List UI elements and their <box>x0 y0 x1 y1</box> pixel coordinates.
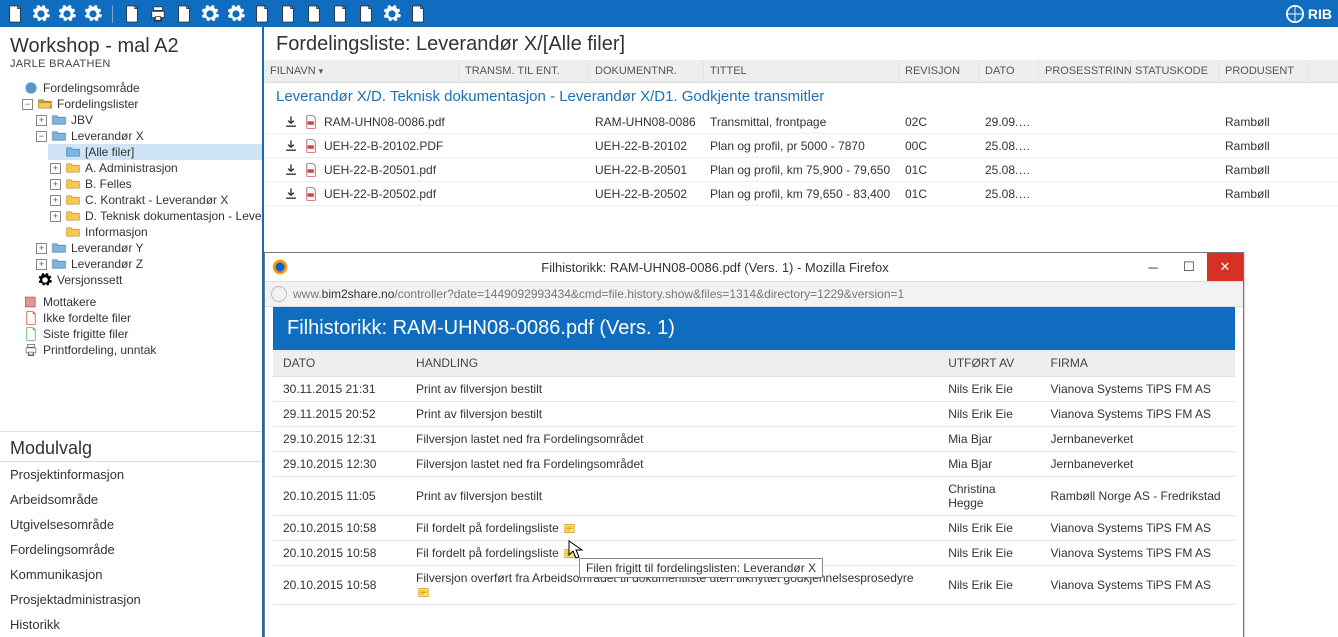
download-icon[interactable] <box>284 139 298 153</box>
toolbar-icon[interactable] <box>201 5 219 23</box>
modul-heading: Modulvalg <box>0 431 262 461</box>
note-icon[interactable] <box>564 523 575 534</box>
history-col: HANDLING <box>406 350 938 377</box>
module-item[interactable]: Prosjektadministrasjon <box>0 587 262 612</box>
close-button[interactable]: ✕ <box>1207 253 1243 281</box>
firefox-icon <box>271 258 289 276</box>
column-header[interactable]: REVISJON <box>899 60 979 82</box>
pdf-icon <box>304 163 318 177</box>
pdf-icon <box>304 187 318 201</box>
history-col: FIRMA <box>1041 350 1235 377</box>
pdf-icon <box>304 139 318 153</box>
tree-hscroll[interactable] <box>0 417 262 431</box>
tooltip: Filen frigitt til fordelingslisten: Leve… <box>579 558 823 578</box>
column-header[interactable]: FILNAVN <box>264 60 459 82</box>
content-title: Fordelingsliste: Leverandør X/[Alle file… <box>264 27 1338 60</box>
toolbar-icon[interactable] <box>279 5 297 23</box>
main-pane: Fordelingsliste: Leverandør X/[Alle file… <box>264 27 1338 637</box>
toolbar-icon[interactable] <box>84 5 102 23</box>
module-list: ProsjektinformasjonArbeidsområdeUtgivels… <box>0 461 262 637</box>
toolbar-icon[interactable] <box>175 5 193 23</box>
toolbar-icon[interactable] <box>58 5 76 23</box>
history-col: DATO <box>273 350 406 377</box>
toolbar-print-icon[interactable] <box>149 5 167 23</box>
popup-header: Filhistorikk: RAM-UHN08-0086.pdf (Vers. … <box>273 307 1235 350</box>
column-header[interactable]: DOKUMENTNR. <box>589 60 704 82</box>
history-row[interactable]: 20.10.2015 10:58Fil fordelt på fordeling… <box>273 516 1235 541</box>
module-item[interactable]: Prosjektinformasjon <box>0 462 262 487</box>
toolbar-icon[interactable] <box>305 5 323 23</box>
tree-selected[interactable]: [Alle filer] <box>48 144 262 160</box>
note-icon[interactable] <box>418 587 429 598</box>
nav-tree[interactable]: Fordelingsområde −Fordelingslister +JBV … <box>0 80 262 358</box>
table-row[interactable]: RAM-UHN08-0086.pdfRAM-UHN08-0086Transmit… <box>264 110 1338 134</box>
module-item[interactable]: Historikk <box>0 612 262 637</box>
toolbar-icon[interactable] <box>331 5 349 23</box>
module-item[interactable]: Fordelingsområde <box>0 537 262 562</box>
breadcrumb[interactable]: Leverandør X/D. Teknisk dokumentasjon - … <box>264 83 1338 110</box>
table-row[interactable]: UEH-22-B-20501.pdfUEH-22-B-20501Plan og … <box>264 158 1338 182</box>
current-user: JARLE BRAATHEN <box>10 58 252 70</box>
toolbar-icon[interactable] <box>253 5 271 23</box>
history-row[interactable]: 29.11.2015 20:52Print av filversjon best… <box>273 402 1235 427</box>
toolbar-icon[interactable] <box>6 5 24 23</box>
module-item[interactable]: Utgivelsesområde <box>0 512 262 537</box>
column-header[interactable]: PRODUSENT <box>1219 60 1309 82</box>
cursor-icon <box>568 540 584 560</box>
globe-icon <box>271 286 287 302</box>
app-toolbar: RIB <box>0 0 1338 27</box>
download-icon[interactable] <box>284 187 298 201</box>
sidebar: Workshop - mal A2 JARLE BRAATHEN Fordeli… <box>0 27 264 637</box>
history-row[interactable]: 30.11.2015 21:31Print av filversjon best… <box>273 377 1235 402</box>
toolbar-icon[interactable] <box>383 5 401 23</box>
minimize-button[interactable]: ─ <box>1135 253 1171 281</box>
history-row[interactable]: 20.10.2015 11:05Print av filversjon best… <box>273 477 1235 516</box>
grid-header[interactable]: FILNAVNTRANSM. TIL ENT.DOKUMENTNR.TITTEL… <box>264 60 1338 83</box>
grid-rows: RAM-UHN08-0086.pdfRAM-UHN08-0086Transmit… <box>264 110 1338 206</box>
pdf-icon <box>304 115 318 129</box>
workspace-title: Workshop - mal A2 <box>10 35 252 58</box>
history-popup: Filhistorikk: RAM-UHN08-0086.pdf (Vers. … <box>264 252 1244 637</box>
toolbar-icon[interactable] <box>123 5 141 23</box>
brand-logo: RIB <box>1286 5 1332 23</box>
column-header[interactable]: TITTEL <box>704 60 899 82</box>
module-item[interactable]: Arbeidsområde <box>0 487 262 512</box>
download-icon[interactable] <box>284 115 298 129</box>
toolbar-icon[interactable] <box>357 5 375 23</box>
column-header[interactable]: TRANSM. TIL ENT. <box>459 60 589 82</box>
download-icon[interactable] <box>284 163 298 177</box>
maximize-button[interactable]: ☐ <box>1171 253 1207 281</box>
history-row[interactable]: 29.10.2015 12:31Filversjon lastet ned fr… <box>273 427 1235 452</box>
url-bar[interactable]: www.bim2share.no/controller?date=1449092… <box>265 281 1243 307</box>
history-col: UTFØRT AV <box>938 350 1040 377</box>
popup-title: Filhistorikk: RAM-UHN08-0086.pdf (Vers. … <box>295 260 1135 275</box>
toolbar-icon[interactable] <box>409 5 427 23</box>
toolbar-icon[interactable] <box>32 5 50 23</box>
history-row[interactable]: 29.10.2015 12:30Filversjon lastet ned fr… <box>273 452 1235 477</box>
popup-titlebar[interactable]: Filhistorikk: RAM-UHN08-0086.pdf (Vers. … <box>265 253 1243 281</box>
column-header[interactable]: STATUSKODE <box>1129 60 1219 82</box>
module-item[interactable]: Kommunikasjon <box>0 562 262 587</box>
table-row[interactable]: UEH-22-B-20502.pdfUEH-22-B-20502Plan og … <box>264 182 1338 206</box>
table-row[interactable]: UEH-22-B-20102.PDFUEH-22-B-20102Plan og … <box>264 134 1338 158</box>
column-header[interactable]: DATO <box>979 60 1039 82</box>
toolbar-icon[interactable] <box>227 5 245 23</box>
column-header[interactable]: PROSESSTRINN <box>1039 60 1129 82</box>
